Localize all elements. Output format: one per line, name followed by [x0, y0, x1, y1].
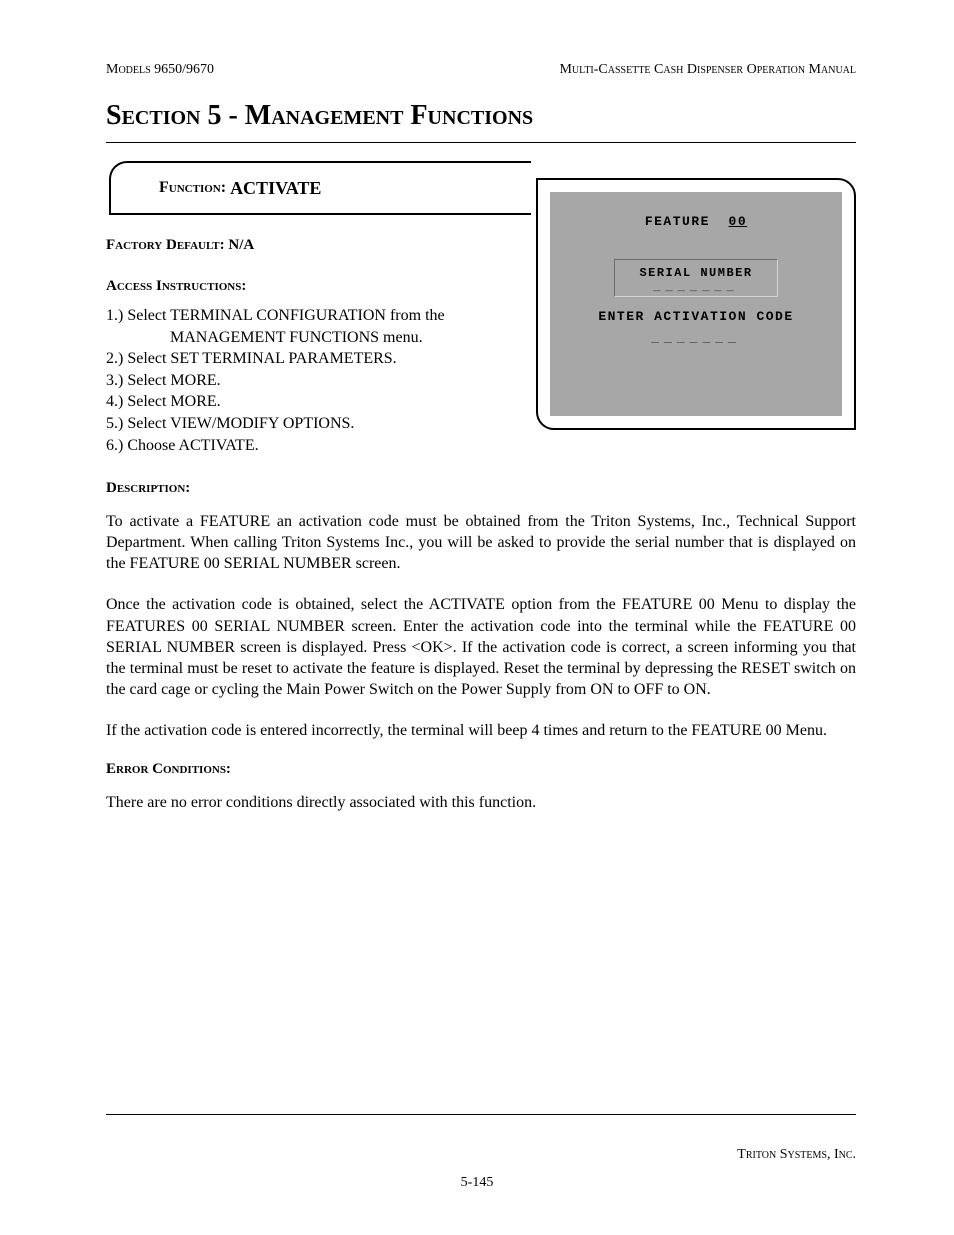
step-2: 2.) Select SET TERMINAL PARAMETERS.: [106, 348, 526, 370]
step-1: 1.) Select TERMINAL CONFIGURATION from t…: [106, 305, 526, 327]
function-value: ACTIVATE: [230, 178, 321, 199]
description-heading: Description:: [106, 480, 856, 497]
factory-default-value: N/A: [228, 237, 254, 253]
enter-code-label: ENTER ACTIVATION CODE: [570, 309, 822, 324]
paragraph-1: To activate a FEATURE an activation code…: [106, 511, 856, 574]
enter-code-value: _______: [570, 330, 822, 345]
function-label: Function:: [159, 179, 226, 197]
screen-feature-num: 00: [729, 214, 748, 229]
section-title: Section 5 - Management Functions: [106, 100, 856, 132]
footer-page: 5-145: [0, 1175, 954, 1191]
step-6: 6.) Choose ACTIVATE.: [106, 435, 526, 457]
header-left: Models 9650/9670: [106, 62, 214, 78]
paragraph-3: If the activation code is entered incorr…: [106, 720, 856, 741]
screen-feature-label: FEATURE: [645, 214, 710, 229]
factory-default-label: Factory Default:: [106, 237, 225, 253]
footer-rule: [106, 1114, 856, 1115]
header-right: Multi-Cassette Cash Dispenser Operation …: [559, 62, 856, 78]
serial-label: SERIAL NUMBER: [621, 266, 771, 280]
step-4: 4.) Select MORE.: [106, 391, 526, 413]
error-heading: Error Conditions:: [106, 761, 856, 778]
paragraph-2: Once the activation code is obtained, se…: [106, 594, 856, 700]
step-3: 3.) Select MORE.: [106, 370, 526, 392]
serial-value: _______: [621, 280, 771, 294]
serial-box: SERIAL NUMBER _______: [614, 259, 778, 297]
title-rule: [106, 142, 856, 143]
terminal-screenshot: FEATURE 00 SERIAL NUMBER _______ ENTER A…: [536, 178, 856, 430]
step-1b: MANAGEMENT FUNCTIONS menu.: [106, 327, 526, 349]
access-steps: 1.) Select TERMINAL CONFIGURATION from t…: [106, 305, 526, 456]
access-instructions-label: Access Instructions:: [106, 278, 526, 295]
footer-company: Triton Systems, Inc.: [737, 1147, 856, 1163]
function-tab: Function: ACTIVATE: [109, 161, 531, 215]
error-text: There are no error conditions directly a…: [106, 792, 856, 813]
step-5: 5.) Select VIEW/MODIFY OPTIONS.: [106, 413, 526, 435]
